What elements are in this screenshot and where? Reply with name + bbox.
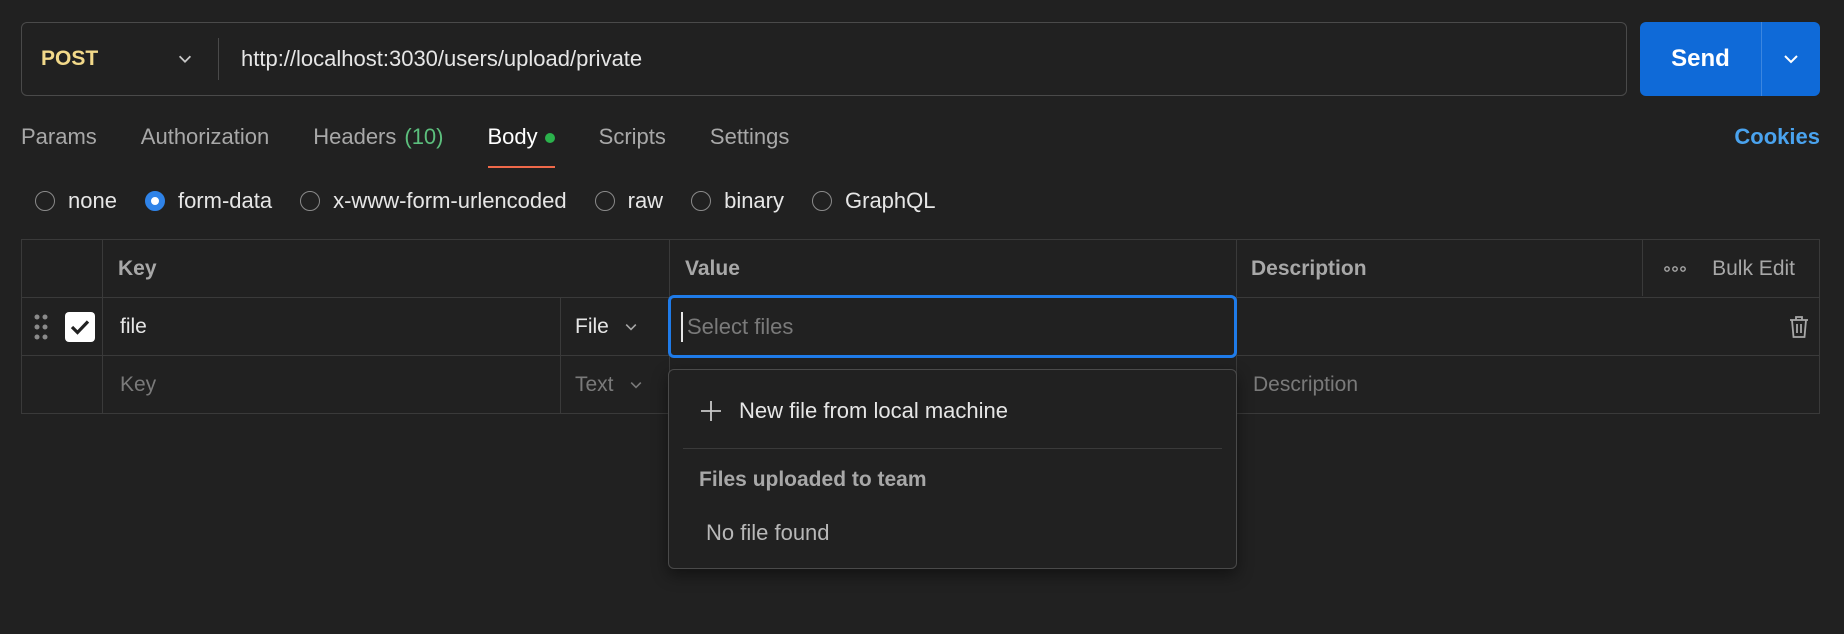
- radio-label: form-data: [177, 188, 273, 213]
- radio-binary[interactable]: binary: [691, 188, 784, 214]
- tab-body[interactable]: Body: [487, 124, 555, 168]
- radio-label: raw: [627, 188, 664, 213]
- divider: [683, 448, 1222, 449]
- empty-state-text: No file found: [706, 520, 830, 545]
- radio-circle: [812, 191, 832, 211]
- request-tabs: Params Authorization Headers (10) Body Sc…: [21, 124, 833, 168]
- radio-label: none: [68, 188, 117, 213]
- chevron-down-icon: [1784, 55, 1798, 64]
- radio-label: binary: [724, 188, 784, 213]
- type-select[interactable]: File: [575, 298, 639, 356]
- method-label: POST: [41, 47, 99, 70]
- radio-circle: [594, 191, 615, 211]
- radio-none[interactable]: none: [35, 188, 117, 214]
- send-button[interactable]: Send: [1640, 22, 1762, 96]
- url-input[interactable]: http://localhost:3030/users/upload/priva…: [219, 46, 1626, 72]
- tab-headers[interactable]: Headers (10): [313, 124, 443, 168]
- radio-circle: [300, 191, 321, 211]
- text-caret: [681, 311, 683, 342]
- chevron-down-icon: [178, 55, 192, 63]
- send-options-button[interactable]: [1762, 22, 1820, 96]
- radio-label: GraphQL: [845, 188, 936, 213]
- radio-form-data[interactable]: form-data: [144, 188, 273, 214]
- type-label: Text: [575, 372, 614, 396]
- key-column-header: Key: [118, 257, 157, 280]
- table-header-row: Key Value Description Bulk Edit: [22, 240, 1819, 298]
- send-button-group: Send: [1640, 22, 1820, 96]
- body-type-selector: none form-data x-www-form-urlencoded raw…: [35, 188, 964, 214]
- value-placeholder: Select files: [687, 313, 794, 339]
- value-file-input[interactable]: Select files: [668, 295, 1237, 358]
- bulk-edit-button[interactable]: Bulk Edit: [1712, 257, 1795, 281]
- tab-scripts[interactable]: Scripts: [599, 124, 666, 168]
- headers-count: (10): [404, 124, 444, 149]
- radio-circle: [35, 191, 55, 211]
- key-input[interactable]: file: [120, 298, 147, 356]
- cookies-link[interactable]: Cookies: [1734, 124, 1820, 150]
- request-editor: POST http://localhost:3030/users/upload/…: [0, 0, 1844, 634]
- tab-label: Headers: [313, 124, 397, 149]
- radio-label: x-www-form-urlencoded: [333, 188, 567, 213]
- radio-circle: [144, 191, 165, 211]
- radio-circle: [691, 191, 712, 211]
- type-label: File: [575, 315, 609, 338]
- body-indicator-dot: [544, 133, 555, 143]
- tab-label: Authorization: [140, 124, 270, 149]
- chevron-down-icon: [630, 381, 641, 389]
- more-options-icon[interactable]: [1664, 265, 1687, 273]
- row-enabled-checkbox[interactable]: [65, 312, 95, 342]
- radio-graphql[interactable]: GraphQL: [812, 188, 936, 214]
- value-column-header: Value: [685, 257, 740, 280]
- new-file-from-local-button[interactable]: New file from local machine: [699, 398, 1008, 424]
- tab-authorization[interactable]: Authorization: [141, 124, 269, 168]
- check-icon: [70, 320, 90, 335]
- radio-raw[interactable]: raw: [594, 188, 664, 214]
- bulk-edit-group: Bulk Edit: [1664, 240, 1795, 298]
- chevron-down-icon: [625, 324, 637, 331]
- tab-label: Params: [21, 124, 97, 149]
- plus-icon: [701, 401, 721, 421]
- radio-x-www-form-urlencoded[interactable]: x-www-form-urlencoded: [300, 188, 567, 214]
- tab-params[interactable]: Params: [21, 124, 97, 168]
- file-select-dropdown: New file from local machine Files upload…: [668, 369, 1237, 569]
- method-select[interactable]: POST: [22, 38, 219, 80]
- tab-settings[interactable]: Settings: [710, 124, 790, 168]
- tab-label: Scripts: [598, 124, 666, 149]
- tab-label: Body: [487, 124, 538, 149]
- type-select[interactable]: Text: [575, 356, 644, 413]
- drag-handle-icon[interactable]: [34, 314, 48, 340]
- request-bar: POST http://localhost:3030/users/upload/…: [21, 22, 1627, 96]
- tab-label: Settings: [709, 124, 790, 149]
- description-input[interactable]: Description: [1253, 356, 1358, 413]
- team-files-heading: Files uploaded to team: [699, 468, 927, 491]
- new-file-label: New file from local machine: [739, 398, 1008, 423]
- trash-icon[interactable]: [1789, 315, 1809, 339]
- description-column-header: Description: [1251, 257, 1367, 280]
- key-input[interactable]: Key: [120, 356, 156, 413]
